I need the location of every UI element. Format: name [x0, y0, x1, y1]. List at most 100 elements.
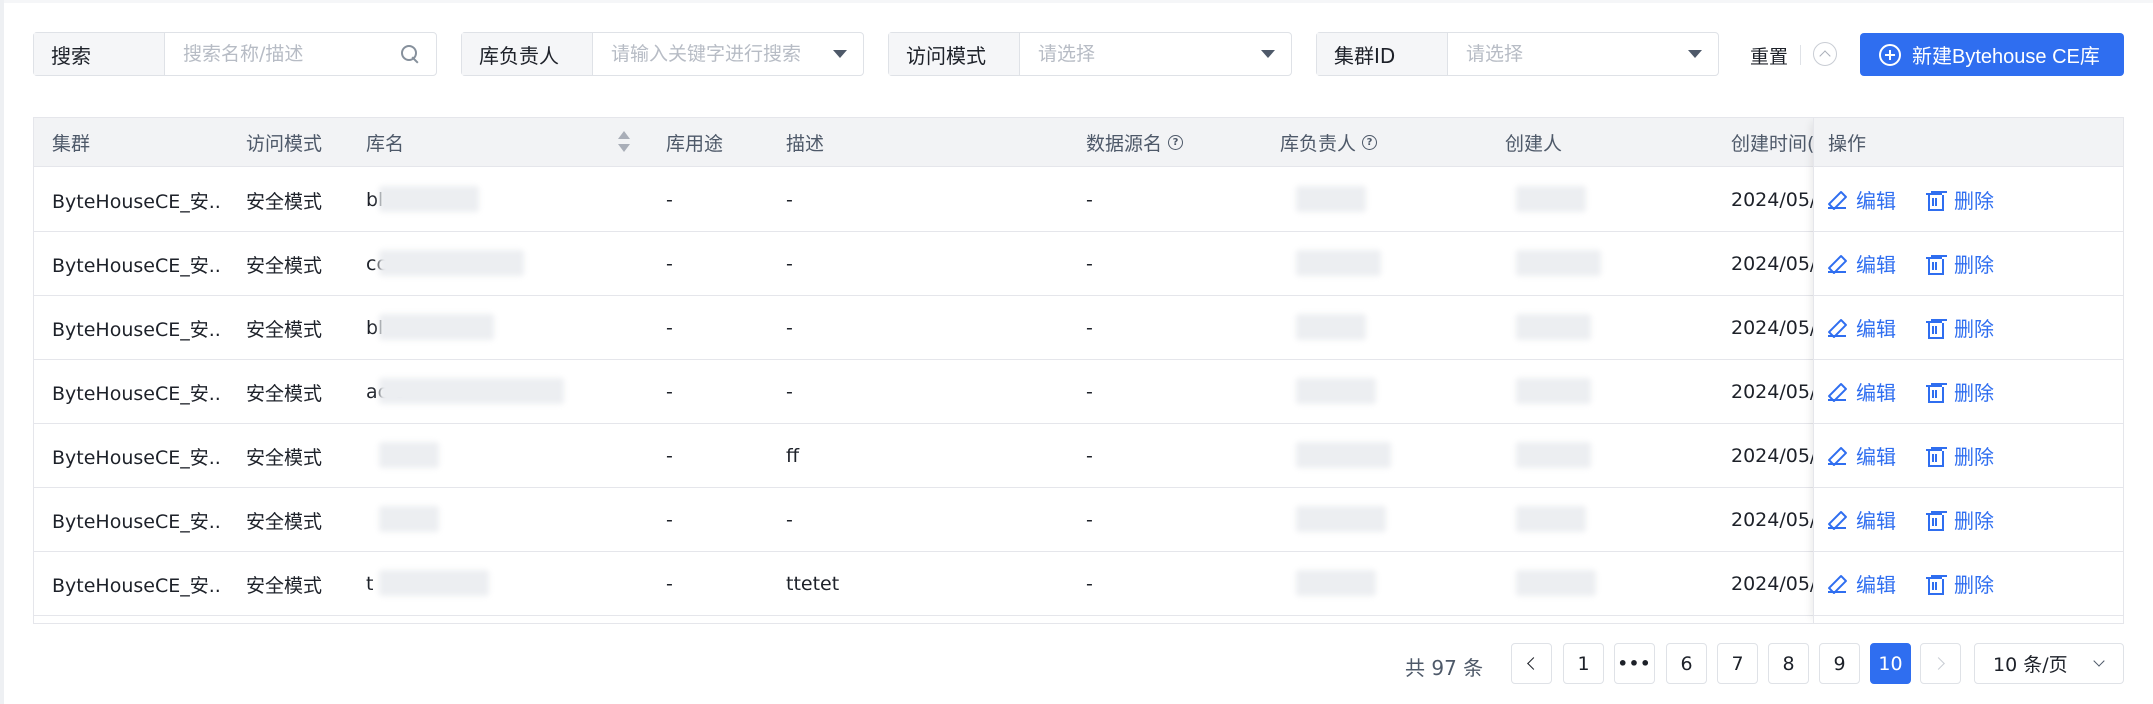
redacted-creator: [1516, 186, 1586, 212]
edit-icon: [1828, 511, 1846, 529]
cell-created-at: 2024/05/0: [1731, 253, 1813, 275]
page-button[interactable]: 1: [1563, 643, 1604, 684]
page-label: 6: [1680, 652, 1693, 675]
cell-access-mode: 安全模式: [246, 446, 323, 469]
cell-created-at: 2024/05/0: [1731, 509, 1813, 531]
chevron-up-icon: [1819, 50, 1831, 62]
delete-button[interactable]: 删除: [1926, 441, 1994, 470]
help-icon[interactable]: ?: [1362, 135, 1378, 150]
edit-button[interactable]: 编辑: [1828, 441, 1896, 470]
edit-button[interactable]: 编辑: [1828, 185, 1896, 214]
redacted-owner: [1296, 442, 1391, 468]
redacted-db-name: [379, 570, 489, 596]
delete-button[interactable]: 删除: [1926, 313, 1994, 342]
cell-created-at: 2024/05/0: [1731, 381, 1813, 403]
cell-datasource: -: [1086, 573, 1093, 595]
page-size-label: 10 条/页: [1993, 654, 2068, 676]
cell-access-mode: 安全模式: [246, 190, 323, 213]
cell-created-at: 2024/05/0: [1731, 573, 1813, 595]
chevron-down-icon[interactable]: [833, 50, 847, 58]
cell-usage: -: [666, 317, 673, 339]
table-row: ByteHouseCE_安... 安全模式 - - - 2024/05/0: [34, 488, 2123, 552]
cluster-id-select[interactable]: [1448, 33, 1718, 75]
collapse-filters-button[interactable]: [1813, 42, 1837, 66]
delete-label: 删除: [1954, 189, 1994, 213]
cell-cluster: ByteHouseCE_安...: [52, 382, 222, 405]
help-icon[interactable]: ?: [1168, 135, 1184, 150]
edit-icon: [1828, 383, 1846, 401]
sort-icon[interactable]: [617, 131, 631, 155]
edit-button[interactable]: 编辑: [1828, 569, 1896, 598]
chevron-down-icon[interactable]: [1261, 50, 1275, 58]
cell-usage: -: [666, 573, 673, 595]
page-button[interactable]: 6: [1666, 643, 1707, 684]
redacted-creator: [1516, 506, 1586, 532]
delete-button[interactable]: 删除: [1926, 377, 1994, 406]
edit-button[interactable]: 编辑: [1828, 377, 1896, 406]
cell-description: -: [786, 381, 793, 403]
trash-icon: [1926, 191, 1944, 211]
cell-description: -: [786, 317, 793, 339]
cluster-id-filter-label: 集群ID: [1317, 33, 1448, 75]
chevron-down-icon[interactable]: [1688, 50, 1702, 58]
access-mode-select[interactable]: [1020, 33, 1291, 75]
page-button[interactable]: 10: [1870, 643, 1911, 684]
delete-button[interactable]: 删除: [1926, 569, 1994, 598]
cell-datasource: -: [1086, 189, 1093, 211]
divider: [1800, 45, 1801, 65]
cell-description: -: [786, 189, 793, 211]
actions-cell: 编辑 删除: [1814, 360, 2123, 424]
owner-filter: 库负责人: [461, 32, 864, 76]
total-count: 共 97 条: [1405, 656, 1484, 680]
search-input[interactable]: [183, 43, 400, 65]
page-size-select[interactable]: 10 条/页: [1974, 643, 2124, 684]
edit-button[interactable]: 编辑: [1828, 505, 1896, 534]
access-mode-filter-label: 访问模式: [889, 33, 1020, 75]
col-db-name: 库名: [366, 133, 405, 155]
delete-label: 删除: [1954, 509, 1994, 533]
page-button[interactable]: 9: [1819, 643, 1860, 684]
col-access-mode: 访问模式: [246, 133, 323, 155]
actions-cell: 编辑 删除: [1814, 424, 2123, 488]
cell-created-at: 2024/05/0: [1731, 189, 1813, 211]
page-button[interactable]: 8: [1768, 643, 1809, 684]
cell-access-mode: 安全模式: [246, 254, 323, 277]
next-page-button[interactable]: [1920, 643, 1961, 684]
owner-filter-body: [593, 33, 863, 75]
delete-button[interactable]: 删除: [1926, 249, 1994, 278]
trash-icon: [1926, 383, 1944, 403]
redacted-creator: [1516, 250, 1601, 276]
cell-usage: -: [666, 509, 673, 531]
edit-icon: [1828, 447, 1846, 465]
edit-label: 编辑: [1856, 509, 1896, 533]
cluster-id-input[interactable]: [1466, 43, 1688, 65]
cell-cluster: ByteHouseCE_安...: [52, 446, 222, 469]
access-mode-input[interactable]: [1038, 43, 1261, 65]
reset-button[interactable]: 重置: [1750, 42, 1788, 69]
edit-icon: [1828, 575, 1846, 593]
edit-button[interactable]: 编辑: [1828, 313, 1896, 342]
owner-input[interactable]: [611, 43, 833, 65]
redacted-owner: [1296, 186, 1366, 212]
cell-usage: -: [666, 253, 673, 275]
create-database-button[interactable]: 新建Bytehouse CE库: [1860, 33, 2124, 76]
redacted-db-name: [379, 250, 524, 276]
page-button[interactable]: 7: [1717, 643, 1758, 684]
cell-created-at: 2024/05/0: [1731, 445, 1813, 467]
page-label: 1: [1577, 652, 1590, 675]
trash-icon: [1926, 447, 1944, 467]
cell-usage: -: [666, 189, 673, 211]
col-cluster: 集群: [52, 133, 91, 155]
prev-page-button[interactable]: [1511, 643, 1552, 684]
edit-button[interactable]: 编辑: [1828, 249, 1896, 278]
page-label: 10: [1878, 652, 1903, 675]
redacted-creator: [1516, 442, 1591, 468]
search-icon[interactable]: [400, 44, 420, 64]
edit-icon: [1828, 191, 1846, 209]
delete-button[interactable]: 删除: [1926, 185, 1994, 214]
redacted-creator: [1516, 570, 1596, 596]
page-label: 7: [1731, 652, 1744, 675]
redacted-db-name: [379, 314, 494, 340]
delete-button[interactable]: 删除: [1926, 505, 1994, 534]
page-ellipsis[interactable]: •••: [1614, 643, 1655, 684]
